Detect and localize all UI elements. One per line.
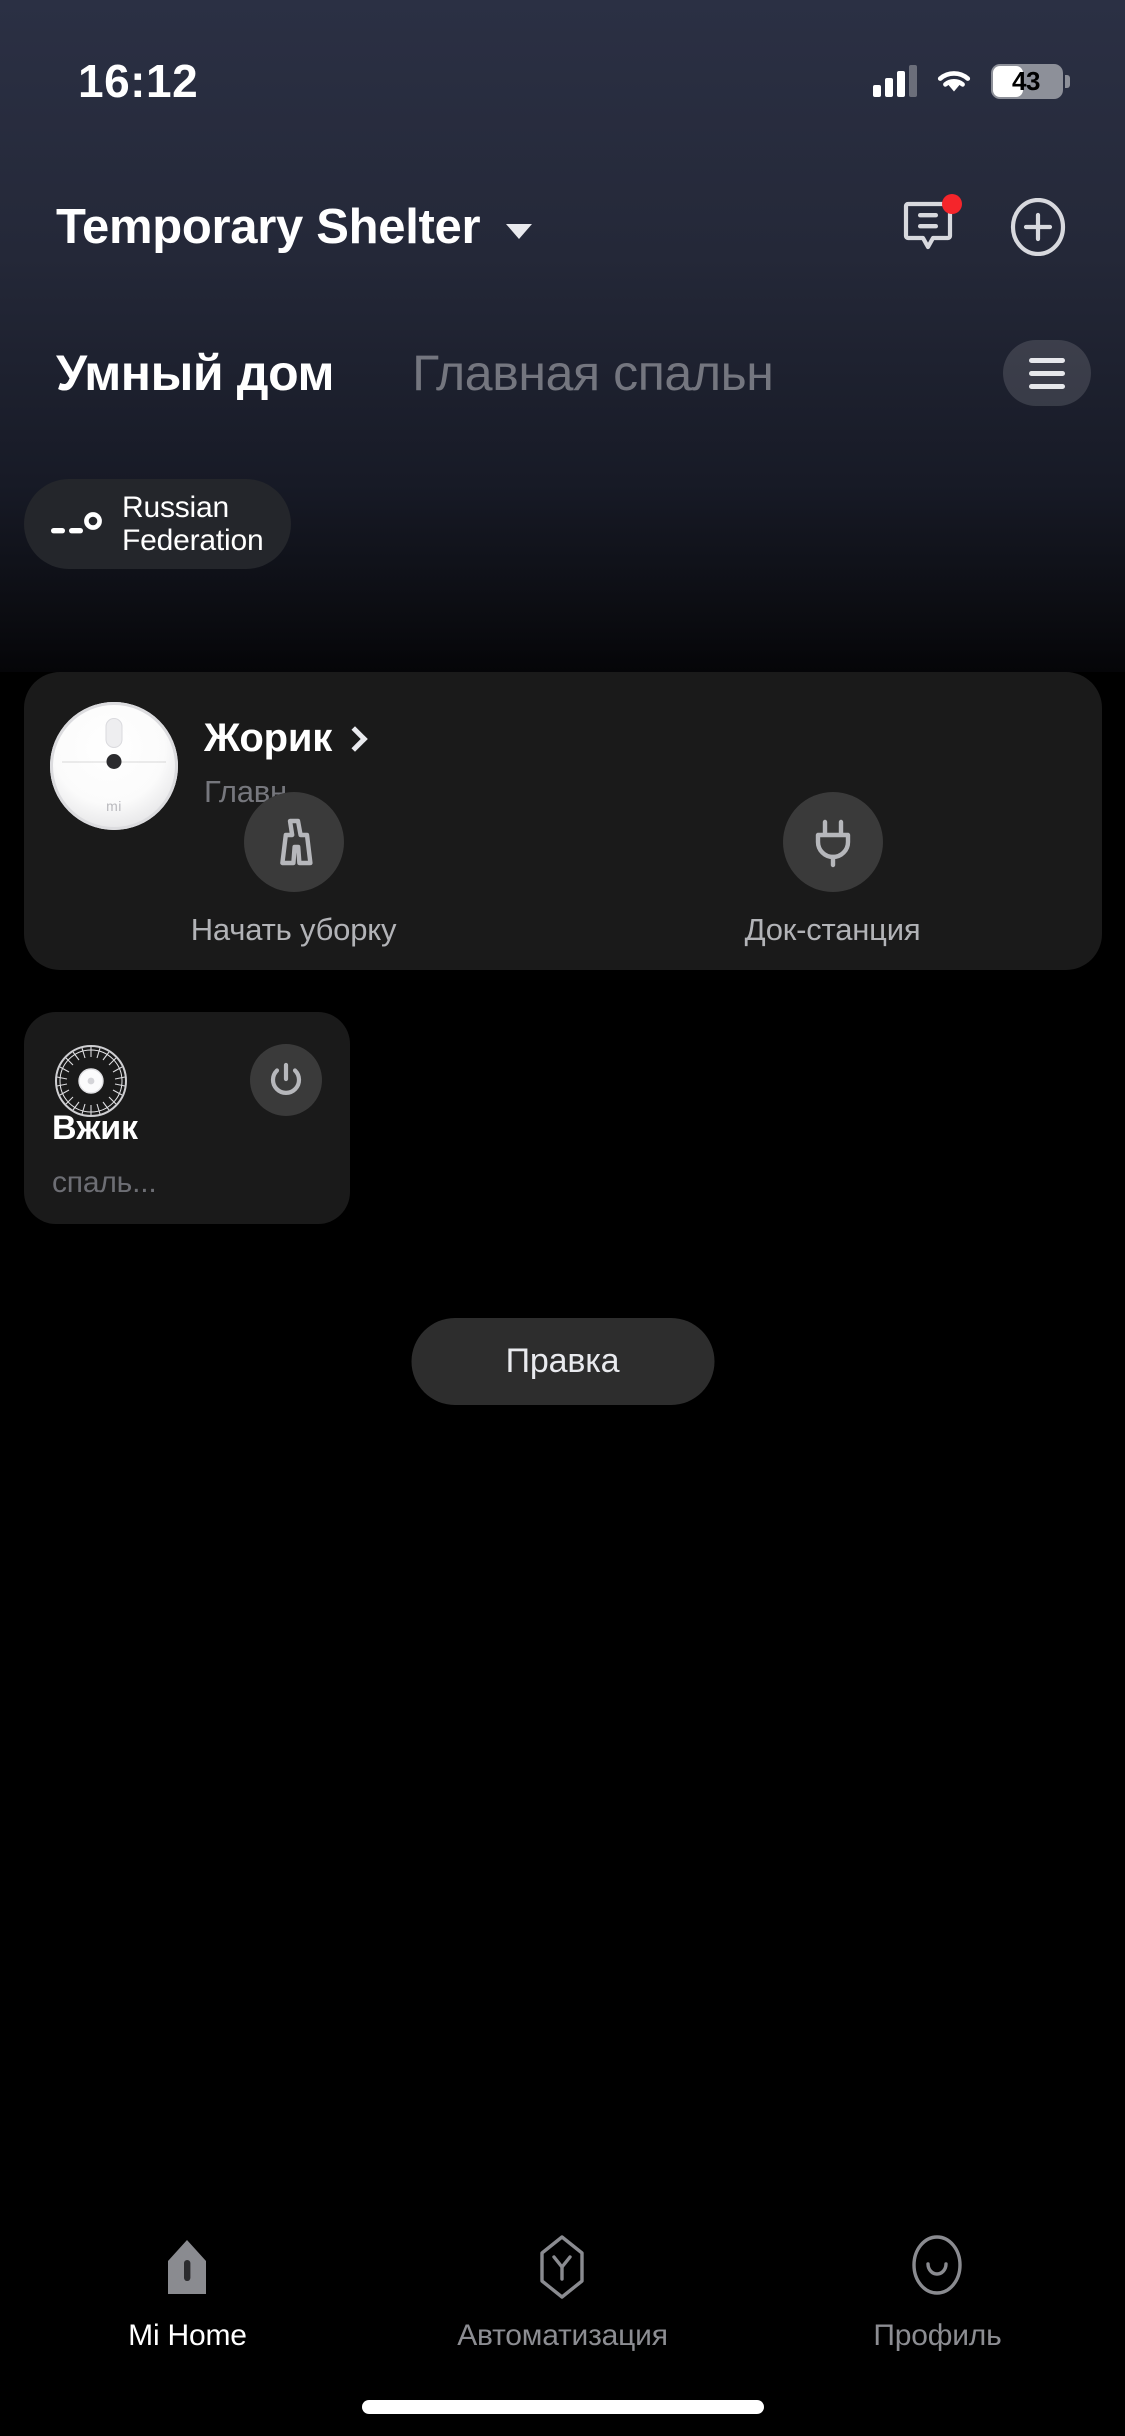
battery-level-label: 43 [1012,65,1040,96]
title-bar-actions [897,194,1069,258]
weather-location-label: Russian Federation [122,491,264,557]
power-plug-icon [782,792,883,892]
nav-item-profile[interactable]: Профиль [750,2235,1125,2353]
tab-bar: Умный дом Главная спальн [0,328,1125,418]
vacuum-title-row[interactable]: Жорик [204,716,368,761]
weather-location-chip[interactable]: Russian Federation [24,479,292,569]
dock-station-label: Док-станция [744,912,921,947]
nav-label-mi-home: Mi Home [128,2319,247,2352]
cellular-signal-icon [873,65,917,97]
battery-icon: 43 [991,63,1070,99]
profile-smile-icon [907,2235,967,2299]
status-bar-indicators: 43 [873,63,1070,99]
nav-label-profile: Профиль [873,2319,1002,2352]
temperature-dashes-icon [48,501,104,547]
automation-hex-icon [532,2235,592,2299]
status-bar: 16:12 43 [0,0,1125,140]
hamburger-menu-icon[interactable] [1003,340,1091,406]
fan-room-label: спаль... [52,1166,157,1199]
edit-button[interactable]: Правка [411,1318,714,1405]
vacuum-actions: Начать уборку Док-станция [24,792,1102,948]
title-bar: Temporary Shelter [0,172,1125,282]
home-selector[interactable]: Temporary Shelter [56,199,533,255]
start-cleaning-button[interactable]: Начать уборку [24,792,563,948]
broom-icon [243,792,344,892]
device-card-fan[interactable]: Вжик спаль... [24,1012,350,1224]
start-cleaning-label: Начать уборку [190,912,397,947]
chevron-down-icon [506,223,533,239]
dock-station-button[interactable]: Док-станция [563,792,1102,948]
home-icon [157,2235,217,2299]
nav-label-automation: Автоматизация [457,2319,668,2352]
home-name-label: Temporary Shelter [56,200,481,254]
vacuum-name-label: Жорик [204,716,333,760]
home-indicator[interactable] [361,2400,764,2414]
status-bar-time: 16:12 [78,55,199,107]
nav-item-automation[interactable]: Автоматизация [375,2235,750,2353]
power-icon [270,1062,302,1095]
app-screen: 16:12 43 Temporary Shelter Умный дом Гла… [0,0,1125,2436]
fan-power-button[interactable] [250,1044,322,1116]
add-device-button[interactable] [1007,196,1069,258]
fan-name-label: Вжик [52,1109,138,1147]
messages-button[interactable] [897,194,962,258]
tab-main-bedroom[interactable]: Главная спальн [412,344,774,402]
bottom-navigation: Mi Home Автоматизация Профиль [0,2201,1125,2436]
wifi-icon [933,65,975,97]
device-card-vacuum[interactable]: mi Жорик Главн... Начать уборку Док-стан… [24,672,1102,970]
tab-smart-home[interactable]: Умный дом [56,344,335,402]
messages-unread-badge [942,194,962,214]
nav-item-mi-home[interactable]: Mi Home [0,2235,375,2353]
chevron-right-icon [342,725,368,752]
